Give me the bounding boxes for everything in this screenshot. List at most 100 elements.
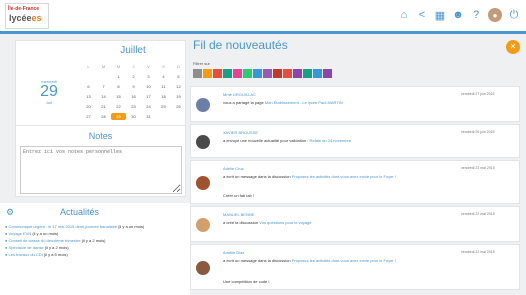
post-link[interactable]: Refaie du 24 novembre	[310, 138, 352, 143]
news-item[interactable]: ● Conseil de classe du deuxième trimestr…	[5, 237, 185, 244]
news-item-title[interactable]: Spectacle de danse	[9, 245, 45, 250]
filter-app-icon[interactable]	[323, 69, 332, 78]
calendar-day[interactable]: 29	[111, 113, 126, 120]
avatar[interactable]	[196, 218, 210, 232]
filter-app-icon[interactable]	[203, 69, 212, 78]
calendar-day[interactable]: 9	[126, 83, 141, 90]
avatar[interactable]	[196, 98, 210, 112]
news-item-time: (il y a 5 mois)	[43, 252, 68, 257]
news-item[interactable]: ● Voyage EVN (il y a un mois)	[5, 230, 185, 237]
filter-app-icon[interactable]	[313, 69, 322, 78]
filter-app-icon[interactable]	[253, 69, 262, 78]
avatar[interactable]: ●	[488, 8, 502, 22]
top-bar: Île-de-France lycéees ⌂ < ▦ ☻ ? ● ⏻	[0, 0, 526, 34]
calendar-day[interactable]: 17	[141, 93, 156, 100]
close-icon[interactable]: ✕	[506, 40, 520, 54]
calendar-day[interactable]: 4	[156, 73, 171, 80]
calendar-weekday-header: M	[101, 64, 106, 69]
filter-app-icon[interactable]	[273, 69, 282, 78]
post-link[interactable]: Proposez les activités dont vous avez en…	[292, 174, 396, 179]
avatar[interactable]	[196, 135, 210, 149]
calendar-day[interactable]: 24	[141, 103, 156, 110]
users-icon[interactable]: ☻	[452, 8, 464, 22]
calendar-day[interactable]: 12	[171, 83, 186, 90]
calendar-day[interactable]: 6	[81, 83, 96, 90]
calendar-day[interactable]: 21	[96, 103, 111, 110]
post-action-text: a envoyé une nouvelle actualité pour val…	[223, 138, 310, 143]
logo[interactable]: Île-de-France lycéees	[5, 3, 49, 29]
filter-app-icon[interactable]	[263, 69, 272, 78]
filter-app-icon[interactable]	[243, 69, 252, 78]
news-item-title[interactable]: Les travaux du CDI	[9, 252, 44, 257]
apps-icon[interactable]: ▦	[434, 8, 446, 22]
calendar-day[interactable]: 10	[141, 83, 156, 90]
news-item-time: (il y a 2 mois)	[44, 245, 69, 250]
calendar-day[interactable]: 25	[156, 103, 171, 110]
news-item-title[interactable]: Communiqué urgent : le 17 mai 2015 demi-…	[9, 224, 119, 229]
feed-post: XAVIER BROUSSE vendredi 26 juin 2015 a env…	[190, 124, 520, 158]
post-author[interactable]: XAVIER BROUSSE	[223, 130, 258, 135]
calendar-day[interactable]: 11	[156, 83, 171, 90]
calendar-day[interactable]: 28	[96, 113, 111, 120]
filter-app-icon[interactable]	[293, 69, 302, 78]
calendar-day[interactable]: 2	[126, 73, 141, 80]
calendar-day[interactable]: 20	[81, 103, 96, 110]
calendar-day[interactable]: 27	[81, 113, 96, 120]
avatar[interactable]	[196, 176, 210, 190]
post-author[interactable]: MANUEL BENNE	[223, 212, 254, 217]
feed-post: Adélie Cruz vendredi 22 mai 2015 a écrit u…	[190, 160, 520, 204]
calendar-day[interactable]: 5	[171, 73, 186, 80]
calendar-day[interactable]: 18	[156, 93, 171, 100]
post-author[interactable]: Mme DROUILLAC	[223, 92, 256, 97]
post-link[interactable]: Proposez les activités dont vous avez en…	[292, 258, 396, 263]
post-link[interactable]: Vos questions pour le voyage	[259, 220, 311, 225]
calendar-day[interactable]: 13	[81, 93, 96, 100]
calendar-day[interactable]: 31	[141, 113, 156, 120]
filter-app-icon[interactable]	[283, 69, 292, 78]
post-link[interactable]: Mon Établissement - Le lycée Paul MARTIN	[265, 100, 343, 105]
post-action-text: a écrit un message dans la discussion	[223, 174, 292, 179]
calendar-day[interactable]: 26	[171, 103, 186, 110]
news-item-title[interactable]: Conseil de classe du deuxième trimestre	[9, 238, 82, 243]
calendar-day[interactable]: 23	[126, 103, 141, 110]
news-item[interactable]: ● Les travaux du CDI (il y a 5 mois)	[5, 251, 185, 258]
power-icon[interactable]: ⏻	[508, 8, 520, 22]
calendar-day[interactable]: 30	[126, 113, 141, 120]
post-action-text: vous a partagé la page	[223, 100, 265, 105]
news-item[interactable]: ● Spectacle de danse (il y a 2 mois)	[5, 244, 185, 251]
calendar-month: Juillet	[120, 45, 146, 56]
calendar-day[interactable]: 22	[111, 103, 126, 110]
calendar-day[interactable]: 3	[141, 73, 156, 80]
calendar-day	[171, 113, 186, 120]
logo-lycee: lycéees	[9, 13, 42, 23]
calendar-day	[156, 113, 171, 120]
filter-app-icon[interactable]	[223, 69, 232, 78]
news-item-title[interactable]: Voyage EVN	[9, 231, 33, 236]
calendar-month-short: Juil	[45, 100, 52, 105]
post-body: Créer un fab lab !	[223, 193, 254, 198]
filter-app-icon[interactable]	[233, 69, 242, 78]
calendar-day[interactable]: 1	[111, 73, 126, 80]
notes-textarea[interactable]	[20, 146, 182, 194]
share-icon[interactable]: <	[416, 8, 428, 22]
calendar-day[interactable]: 16	[126, 93, 141, 100]
avatar[interactable]	[196, 261, 210, 275]
post-author[interactable]: Amélie Diaz	[223, 250, 244, 255]
filter-app-icon[interactable]	[193, 69, 202, 78]
filter-app-icon[interactable]	[213, 69, 222, 78]
gear-icon[interactable]: ⚙	[6, 207, 14, 218]
post-action-text: a créé la discussion	[223, 220, 260, 225]
filter-app-icon[interactable]	[303, 69, 312, 78]
news-item[interactable]: ● Communiqué urgent : le 17 mai 2015 dem…	[5, 223, 185, 230]
calendar-day[interactable]: 19	[171, 93, 186, 100]
filter-bar	[193, 69, 332, 78]
calendar-day[interactable]: 15	[111, 93, 126, 100]
calendar-day[interactable]: 8	[111, 83, 126, 90]
post-author[interactable]: Adélie Cruz	[223, 166, 244, 171]
calendar-day[interactable]: 14	[96, 93, 111, 100]
home-icon[interactable]: ⌂	[398, 8, 410, 22]
calendar-day[interactable]: 7	[96, 83, 111, 90]
help-icon[interactable]: ?	[470, 8, 482, 22]
news-widget: ⚙ Actualités ● Communiqué urgent : le 17…	[0, 203, 190, 295]
post-date: vendredi 22 mai 2015	[461, 212, 495, 216]
